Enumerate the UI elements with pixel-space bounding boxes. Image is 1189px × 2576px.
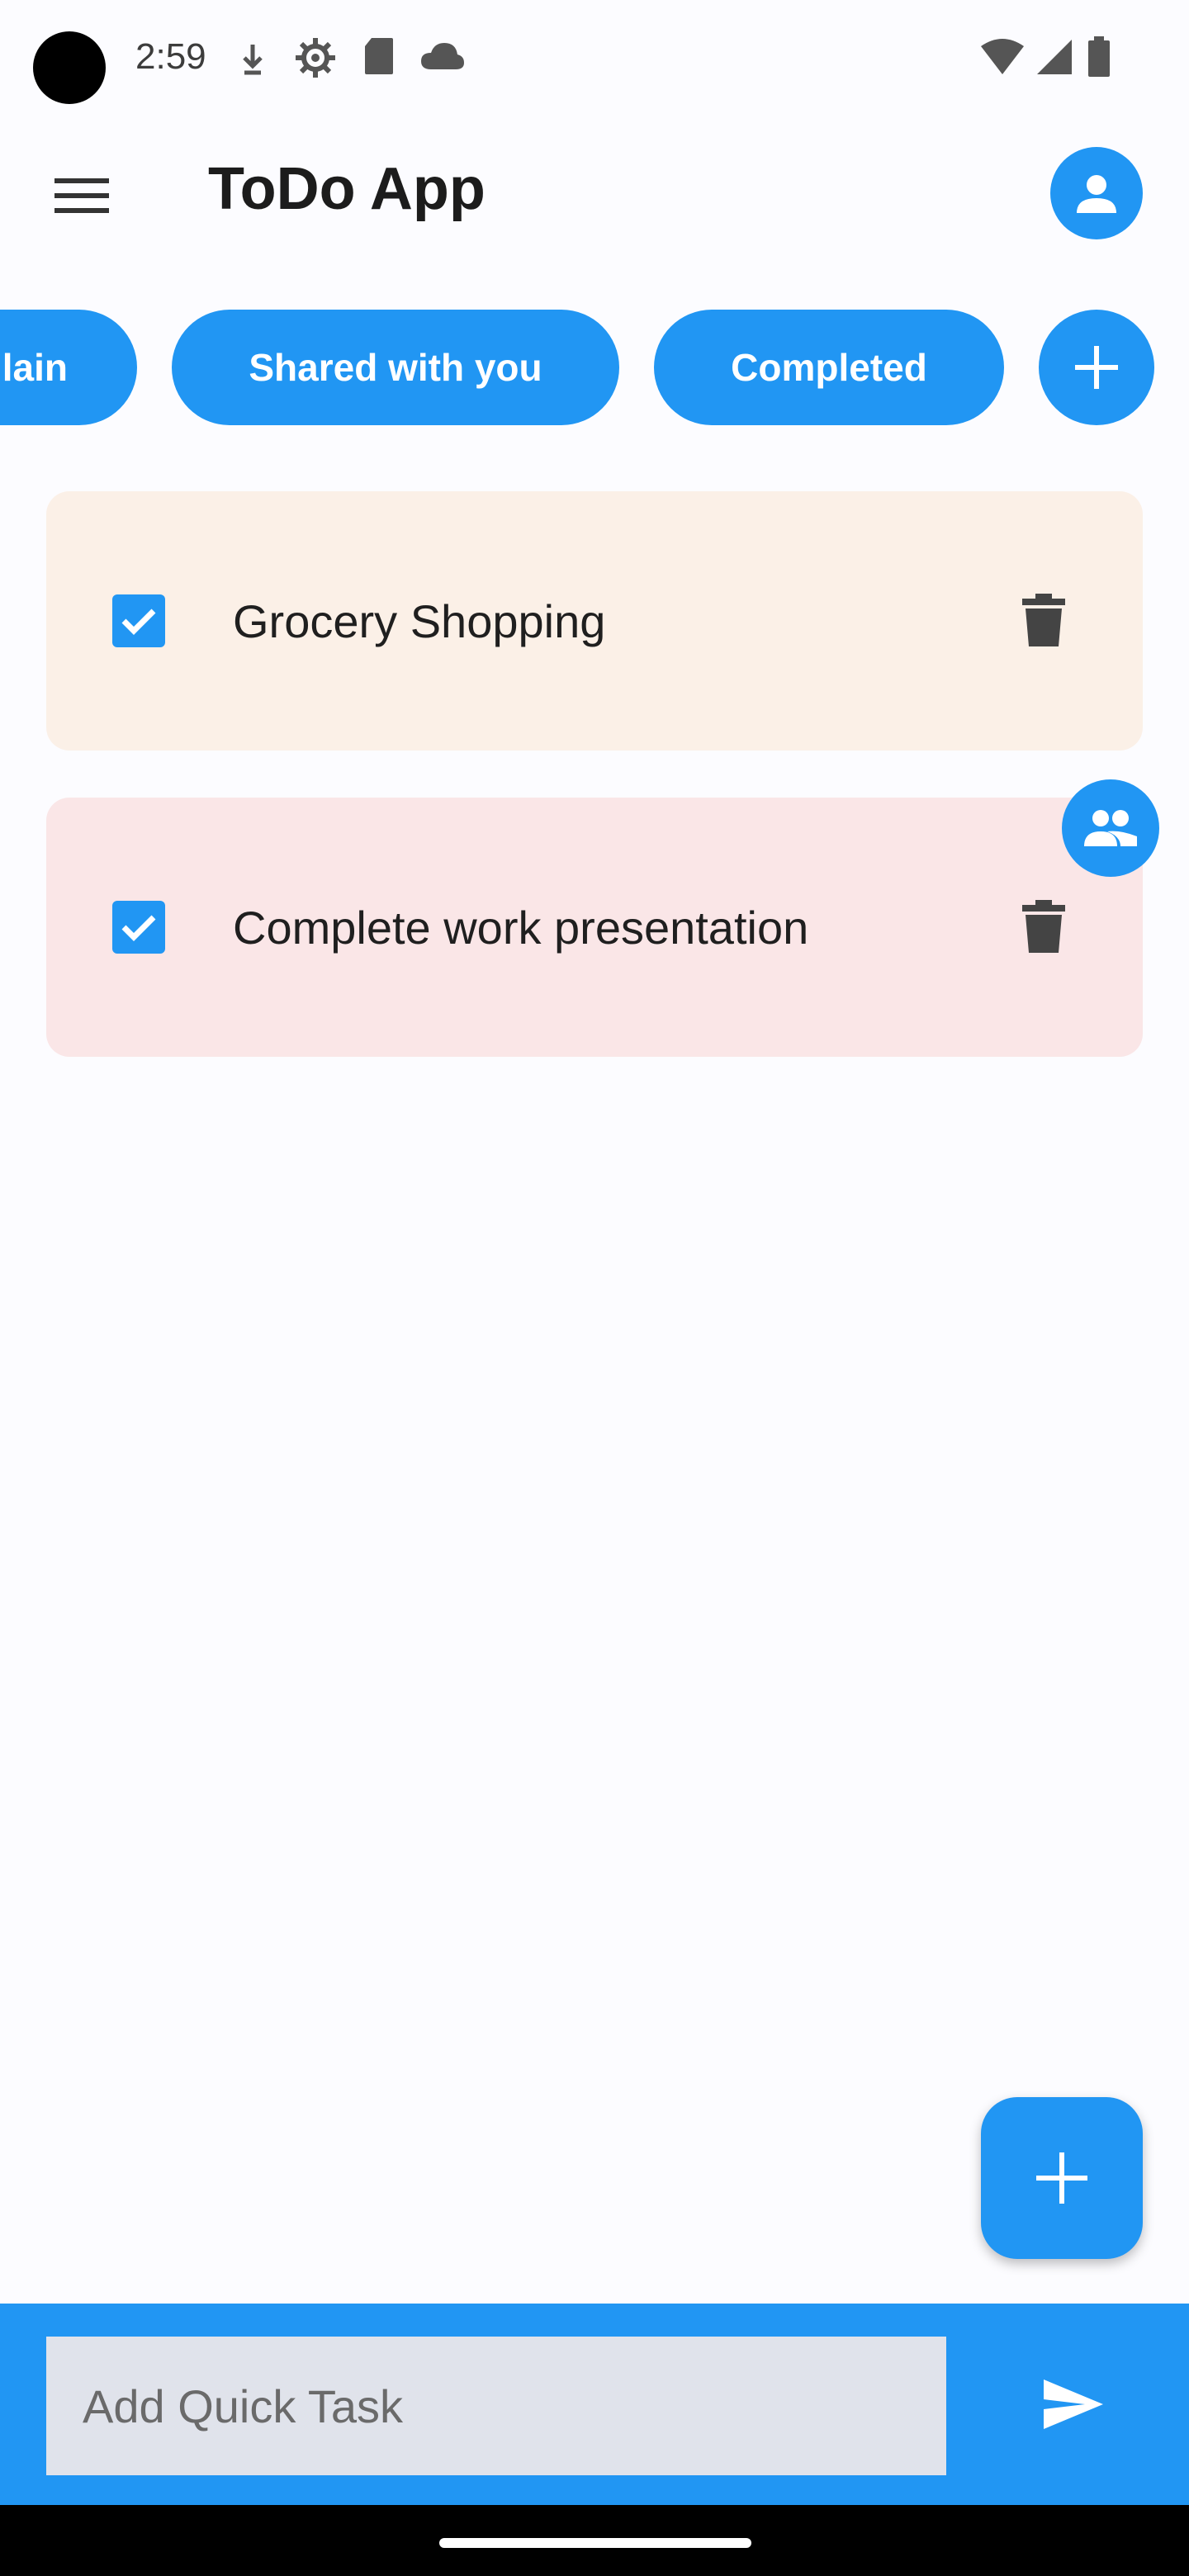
tab-completed[interactable]: Completed: [654, 310, 1004, 425]
task-card[interactable]: Grocery Shopping: [46, 491, 1143, 751]
app-title: ToDo App: [208, 156, 486, 222]
list-tabs: lain Shared with you Completed: [0, 310, 1189, 427]
wifi-icon: [981, 39, 1024, 74]
delete-task-button[interactable]: [1014, 588, 1073, 654]
cloud-icon: [421, 43, 464, 69]
tab-shared-label: Shared with you: [249, 346, 542, 389]
quick-task-input[interactable]: [46, 2337, 946, 2475]
add-task-fab[interactable]: [981, 2097, 1143, 2259]
tab-completed-label: Completed: [731, 346, 927, 389]
tab-shared-with-you[interactable]: Shared with you: [172, 310, 619, 425]
add-list-button[interactable]: [1039, 310, 1154, 425]
shared-badge[interactable]: [1062, 779, 1159, 877]
cellular-signal-icon: [1037, 40, 1072, 74]
quick-add-bar: [0, 2304, 1189, 2505]
battery-icon: [1088, 36, 1110, 77]
task-title: Complete work presentation: [233, 901, 809, 954]
plus-icon: [1075, 346, 1118, 389]
plus-icon: [1036, 2152, 1087, 2204]
system-nav-bar: [0, 2505, 1189, 2576]
task-checkbox[interactable]: [112, 594, 165, 647]
check-icon: [121, 608, 156, 635]
download-status-icon: [243, 45, 263, 75]
app-bar: ToDo App: [0, 132, 1189, 256]
send-button[interactable]: [1032, 2363, 1115, 2446]
settings-status-icon: [296, 38, 335, 78]
home-gesture-handle[interactable]: [439, 2538, 751, 2548]
status-bar: 2:59: [0, 0, 1189, 116]
status-time: 2:59: [135, 36, 206, 77]
todo-app-screen: 2:59 ToDo App lain Shared with you Compl…: [0, 0, 1189, 2576]
delete-task-button[interactable]: [1014, 894, 1073, 960]
tab-main-label: lain: [2, 346, 68, 389]
check-icon: [121, 915, 156, 941]
task-card[interactable]: Complete work presentation: [46, 798, 1143, 1057]
profile-button[interactable]: [1050, 147, 1143, 239]
camera-cutout: [33, 31, 106, 104]
sd-card-icon: [365, 38, 393, 74]
send-icon: [1044, 2379, 1103, 2429]
menu-icon: [54, 178, 109, 213]
person-icon: [1077, 175, 1116, 213]
trash-icon: [1022, 900, 1065, 953]
task-title: Grocery Shopping: [233, 594, 606, 647]
menu-button[interactable]: [48, 170, 116, 221]
trash-icon: [1022, 594, 1065, 646]
group-icon: [1084, 810, 1137, 846]
tab-main[interactable]: lain: [0, 310, 137, 425]
task-checkbox[interactable]: [112, 901, 165, 954]
